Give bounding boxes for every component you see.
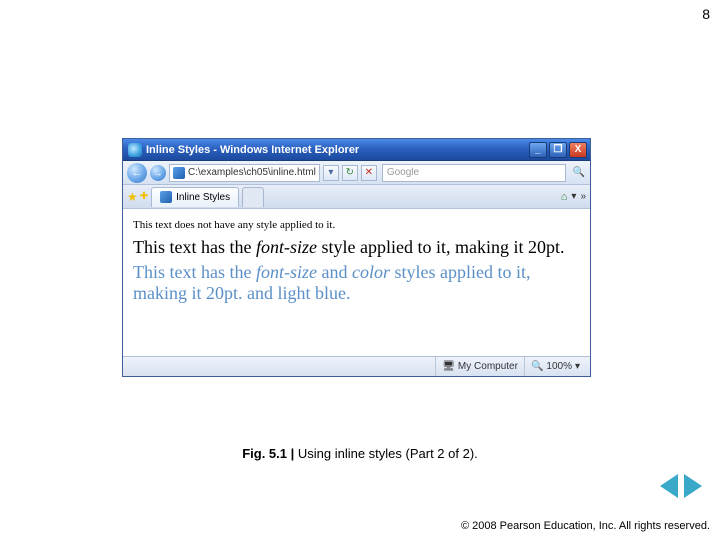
- toolbar-dropdown-icon[interactable]: ▾: [571, 191, 576, 202]
- favorites-controls: ★ ✚: [127, 190, 148, 204]
- paragraph-20pt-blue: This text has the font-size and color st…: [133, 262, 580, 304]
- paragraph-20pt: This text has the font-size style applie…: [133, 237, 580, 258]
- titlebar: Inline Styles - Windows Internet Explore…: [123, 139, 590, 161]
- p2-part-a: This text has the: [133, 237, 256, 257]
- paragraph-plain: This text does not have any style applie…: [133, 219, 580, 231]
- p3-part-a: This text has the: [133, 262, 256, 282]
- tab-active[interactable]: Inline Styles: [151, 187, 239, 207]
- p3-part-c: and: [317, 262, 352, 282]
- computer-icon: 🖥: [442, 361, 455, 372]
- page-favicon: [173, 167, 185, 179]
- zoom-control[interactable]: 🔍 100% ▾: [524, 357, 586, 376]
- search-placeholder: Google: [387, 167, 419, 178]
- nav-toolbar: ← → C:\examples\ch05\inline.html ▾ ↻ ✕ G…: [123, 161, 590, 185]
- page-content: This text does not have any style applie…: [123, 209, 590, 356]
- forward-button[interactable]: →: [150, 165, 166, 181]
- figure-number: Fig. 5.1 |: [242, 446, 294, 461]
- p3-italic-2: color: [352, 262, 390, 282]
- status-bar: 🖥 My Computer 🔍 100% ▾: [123, 356, 590, 376]
- tab-label: Inline Styles: [176, 192, 230, 203]
- toolbar-right: ⌂ ▾ »: [561, 191, 586, 203]
- figure-caption: Fig. 5.1 | Using inline styles (Part 2 o…: [0, 446, 720, 461]
- slide-nav: [660, 474, 702, 498]
- search-box[interactable]: Google: [382, 164, 566, 182]
- minimize-button[interactable]: _: [529, 142, 547, 158]
- p2-italic: font-size: [256, 237, 317, 257]
- zone-label: My Computer: [458, 361, 518, 372]
- figure-text: Using inline styles (Part 2 of 2).: [294, 446, 478, 461]
- security-zone[interactable]: 🖥 My Computer: [435, 357, 524, 376]
- close-button[interactable]: X: [569, 142, 587, 158]
- overflow-icon[interactable]: »: [580, 191, 586, 202]
- p2-part-c: style applied to it, making it 20pt.: [317, 237, 564, 257]
- back-button[interactable]: ←: [127, 163, 147, 183]
- zoom-label: 100%: [546, 361, 572, 372]
- home-icon[interactable]: ⌂: [561, 191, 568, 203]
- maximize-button[interactable]: ❐: [549, 142, 567, 158]
- stop-button[interactable]: ✕: [361, 165, 377, 181]
- p3-italic-1: font-size: [256, 262, 317, 282]
- browser-window: Inline Styles - Windows Internet Explore…: [122, 138, 591, 377]
- ie-icon: [128, 143, 142, 157]
- search-button[interactable]: 🔍: [572, 166, 586, 180]
- address-bar[interactable]: C:\examples\ch05\inline.html: [169, 164, 320, 182]
- tab-favicon: [160, 191, 172, 203]
- tab-bar: ★ ✚ Inline Styles ⌂ ▾ »: [123, 185, 590, 209]
- window-title: Inline Styles - Windows Internet Explore…: [146, 144, 529, 156]
- zoom-dropdown-icon: ▾: [575, 361, 580, 372]
- zoom-icon: 🔍: [531, 361, 543, 372]
- prev-slide-button[interactable]: [660, 474, 678, 498]
- page-number: 8: [702, 6, 710, 22]
- next-slide-button[interactable]: [684, 474, 702, 498]
- add-favorite-icon[interactable]: ✚: [140, 191, 148, 202]
- new-tab-button[interactable]: [242, 187, 264, 207]
- copyright-notice: © 2008 Pearson Education, Inc. All right…: [461, 520, 710, 532]
- address-text: C:\examples\ch05\inline.html: [188, 167, 316, 178]
- address-dropdown[interactable]: ▾: [323, 165, 339, 181]
- favorites-icon[interactable]: ★: [127, 190, 138, 204]
- window-buttons: _ ❐ X: [529, 142, 587, 158]
- refresh-button[interactable]: ↻: [342, 165, 358, 181]
